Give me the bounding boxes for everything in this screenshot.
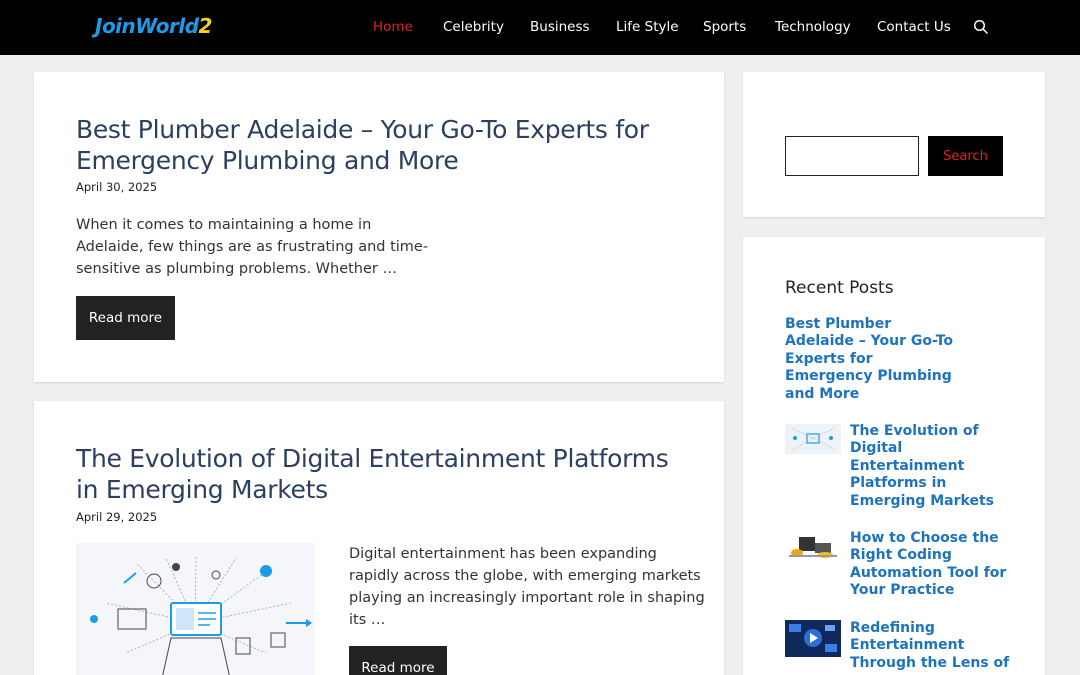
post-title[interactable]: The Evolution of Digital Entertainment P… [76,443,669,505]
post-card: Best Plumber Adelaide – Your Go-To Exper… [34,72,724,382]
post-card: The Evolution of Digital Entertainment P… [34,401,724,675]
post-title-line: in Emerging Markets [76,475,328,504]
excerpt-line: When it comes to maintaining a home in [76,217,372,233]
recent-post-thumbnail[interactable] [785,620,841,657]
recent-post-line: Best Plumber [785,316,892,332]
recent-post-line: Right Coding [850,547,952,564]
post-excerpt: When it comes to maintaining a home in A… [76,214,428,280]
recent-post-thumbnail[interactable] [785,531,841,561]
post-date: April 30, 2025 [76,180,158,194]
excerpt-line: rapidly across the globe, with emerging … [349,568,701,584]
excerpt-line: sensitive as plumbing problems. Whether … [76,261,397,277]
recent-post-line: How to Choose the [850,530,999,546]
logo-text-accent: 2 [198,14,213,38]
top-navigation-bar: JoinWorld2 Home Celebrity Business Life … [0,0,1080,55]
nav-celebrity[interactable]: Celebrity [443,19,504,35]
nav-technology[interactable]: Technology [775,19,851,35]
recent-post-line: Redefining [850,620,935,636]
widget-title: Recent Posts [785,278,894,298]
recent-post-link[interactable]: The Evolution of Digital Entertainment P… [850,423,994,510]
nav-home[interactable]: Home [373,19,413,35]
recent-post-line: Experts for [785,350,873,367]
search-button[interactable]: Search [928,136,1003,176]
post-title-line: Best Plumber Adelaide – Your Go-To Exper… [76,115,649,144]
search-widget: Search [743,72,1045,217]
recent-post-thumbnail[interactable] [785,424,841,454]
recent-post-link[interactable]: Best Plumber Adelaide – Your Go-To Exper… [785,316,953,403]
post-excerpt: Digital entertainment has been expanding… [349,543,705,631]
excerpt-line: playing an increasingly important role i… [349,590,705,606]
post-title-line: The Evolution of Digital Entertainment P… [76,444,669,473]
recent-post-line: Entertainment [850,637,965,654]
recent-post-link[interactable]: How to Choose the Right Coding Automatio… [850,530,1006,600]
post-title[interactable]: Best Plumber Adelaide – Your Go-To Exper… [76,114,649,176]
recent-post-line: Adelaide – Your Go-To [785,333,954,350]
recent-post-line: Automation Tool for [850,564,1007,581]
nav-business[interactable]: Business [530,19,590,35]
post-date: April 29, 2025 [76,510,158,524]
post-featured-image[interactable] [76,543,315,675]
excerpt-line: its … [349,612,386,628]
recent-post-line: Through the Lens of [850,654,1010,671]
post-title-line: Emergency Plumbing and More [76,146,459,175]
nav-contact-us[interactable]: Contact Us [877,19,951,35]
site-logo[interactable]: JoinWorld2 [95,14,212,38]
search-icon[interactable] [973,19,989,35]
recent-posts-widget: Recent Posts Best Plumber Adelaide – You… [743,237,1045,675]
excerpt-line: Adelaide, few things are as frustrating … [76,239,429,255]
recent-post-line: The Evolution of [850,423,979,439]
recent-post-line: Platforms in [850,475,947,492]
recent-post-line: and More [785,385,860,402]
read-more-button[interactable]: Read more [349,646,447,675]
nav-sports[interactable]: Sports [703,19,746,35]
recent-post-line: Entertainment [850,457,965,474]
search-input[interactable] [785,136,919,176]
recent-post-line: Your Practice [850,582,955,599]
nav-life-style[interactable]: Life Style [616,19,679,35]
recent-post-line: Digital [850,440,903,457]
recent-post-link[interactable]: Redefining Entertainment Through the Len… [850,620,1009,672]
logo-text: JoinWorld [95,14,199,38]
read-more-button[interactable]: Read more [76,296,175,340]
recent-post-line: Emergency Plumbing [785,368,952,385]
excerpt-line: Digital entertainment has been expanding [349,546,657,562]
recent-post-line: Emerging Markets [850,492,994,509]
